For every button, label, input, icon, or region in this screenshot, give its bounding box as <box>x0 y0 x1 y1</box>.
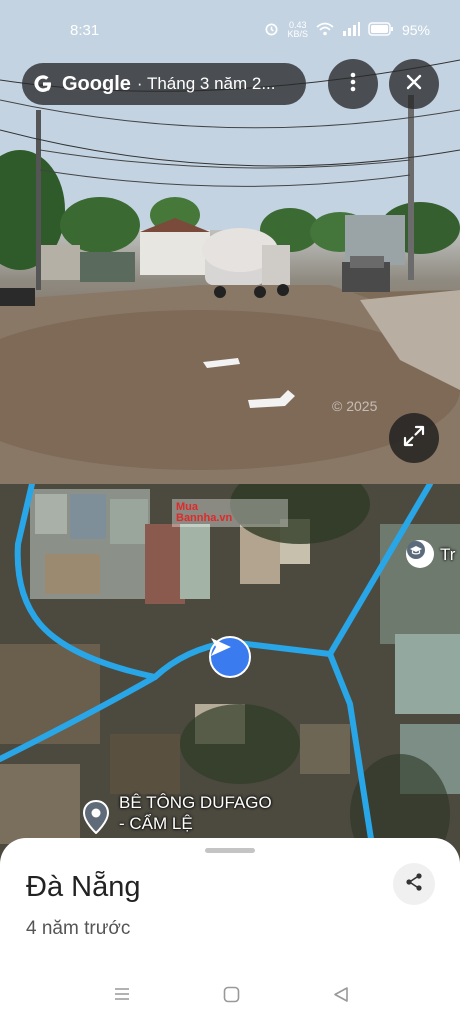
map-view[interactable]: Mua Bannha.vn Tr BÊ TÔNG DUFAGO - CẨM LỆ <box>0 484 460 884</box>
expand-button[interactable] <box>389 413 439 463</box>
alarm-icon <box>264 21 279 39</box>
signal-icon <box>342 21 360 39</box>
wifi-icon <box>316 22 334 39</box>
copyright-text: © 2025 <box>332 398 378 414</box>
system-nav-bar <box>0 978 460 1018</box>
school-poi-marker[interactable] <box>406 540 434 568</box>
expand-icon <box>403 425 425 452</box>
place-title-chip[interactable]: Google · Tháng 3 năm 2... <box>22 63 306 105</box>
more-options-button[interactable] <box>328 59 378 109</box>
status-time: 8:31 <box>70 22 100 39</box>
google-g-icon <box>32 73 54 95</box>
street-view-panel[interactable]: 8:31 0.43KB/S 95% Google · Tháng 3 năm <box>0 0 460 484</box>
share-icon <box>404 872 424 897</box>
net-speed: 0.43 KB/S <box>287 20 308 39</box>
battery-icon <box>368 21 394 39</box>
watermark-logo: Mua Bannha.vn <box>172 499 288 527</box>
school-label: Tr <box>440 545 456 564</box>
place-title: Đà Nẵng <box>26 871 141 903</box>
recents-button[interactable] <box>113 986 131 1007</box>
more-vert-icon <box>350 72 356 97</box>
poi-label[interactable]: BÊ TÔNG DUFAGO - CẨM LỆ <box>119 792 272 834</box>
navigation-arrow[interactable] <box>209 636 251 678</box>
battery-percent: 95% <box>401 22 430 38</box>
share-button[interactable] <box>393 863 435 905</box>
brand-label: Google <box>62 72 131 95</box>
close-icon <box>406 74 422 95</box>
status-bar: 8:31 0.43 KB/S 95% <box>0 0 460 62</box>
home-button[interactable] <box>223 986 240 1008</box>
drag-handle[interactable] <box>205 848 255 853</box>
close-button[interactable] <box>389 59 439 109</box>
back-button[interactable] <box>333 986 349 1008</box>
place-subtitle: 4 năm trước <box>26 918 131 939</box>
bottom-sheet[interactable]: Đà Nẵng 4 năm trước <box>0 838 460 1024</box>
capture-date-label: · Tháng 3 năm 2... <box>136 74 276 93</box>
